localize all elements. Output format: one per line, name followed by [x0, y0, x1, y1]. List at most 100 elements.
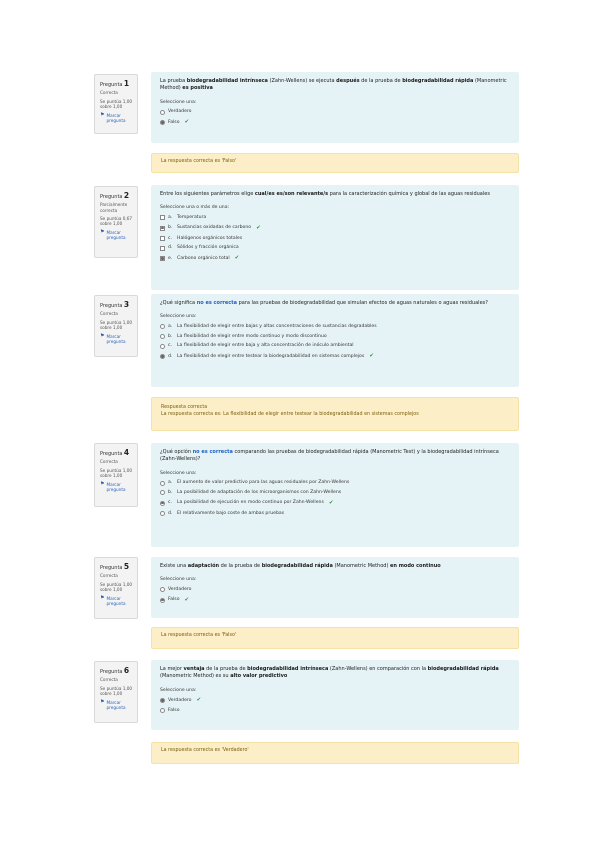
radio-button[interactable] [160, 500, 165, 506]
answer-option[interactable]: c. Halógenos orgánicos totales [160, 236, 511, 242]
flag-question-link[interactable]: ⚑ Marcar pregunta [100, 480, 133, 493]
checkbox[interactable] [160, 215, 165, 221]
question-label: Pregunta [100, 303, 123, 309]
radio-button[interactable] [160, 109, 165, 115]
question-state: Correcta [100, 677, 118, 683]
question-label: Pregunta [100, 565, 123, 571]
flag-icon: ⚑ [100, 228, 105, 235]
radio-button[interactable] [160, 119, 165, 125]
radio-button[interactable] [160, 480, 165, 486]
option-label: Carbono orgánico total [177, 255, 230, 261]
radio-button[interactable] [160, 324, 165, 330]
checkbox[interactable] [160, 256, 165, 261]
flag-question-link[interactable]: ⚑ Marcar pregunta [100, 228, 133, 241]
question-text-part: cual/es es/son relevante/s [254, 191, 329, 197]
answer-options: a. Temperatura b. Sustancias oxidadas de ca… [160, 215, 511, 262]
flag-question-link[interactable]: ⚑ Marcar pregunta [100, 594, 133, 607]
option-label: Falso [168, 597, 180, 603]
answer-option[interactable]: a. Temperatura [160, 215, 511, 221]
answer-option[interactable]: Falso ✔ [160, 119, 511, 126]
option-letter: e. [168, 255, 173, 261]
answer-option[interactable]: d. El relativamente bajo coste de ambas p… [160, 511, 511, 517]
answer-option[interactable]: d. La flexibilidad de elegir entre testea… [160, 353, 511, 360]
flag-question-link[interactable]: ⚑ Marcar pregunta [100, 699, 133, 711]
question-label: Pregunta [100, 669, 123, 675]
radio-button[interactable] [160, 490, 165, 496]
answer-prompt: Seleccione una o más de una: [160, 205, 230, 211]
answer-option[interactable]: Verdadero [160, 587, 511, 593]
answer-prompt: Seleccione una: [160, 687, 197, 693]
radio-button[interactable] [160, 698, 165, 704]
question-text-part: Entre los siguientes parámetros elige [160, 191, 255, 197]
question-info: Pregunta 5 Correcta Se puntúa 1,00 sobre… [94, 557, 138, 619]
question-label: Pregunta [100, 194, 123, 200]
answer-option[interactable]: a. La flexibilidad de elegir entre bajas … [160, 324, 511, 330]
feedback-box: La respuesta correcta es 'Falso' [151, 153, 519, 173]
answer-option[interactable]: a. El aumento de valor predictivo para la… [160, 480, 511, 486]
checkbox[interactable] [160, 225, 165, 231]
question-text: Entre los siguientes parámetros elige cu… [160, 191, 511, 198]
answer-option[interactable]: d. Sólidos y fracción orgánica [160, 245, 511, 251]
question-text: ¿Qué opción no es correcta comparando la… [160, 449, 511, 464]
flag-label: Marcar pregunta [106, 481, 126, 492]
answer-option[interactable]: e. Carbono orgánico total ✔ [160, 255, 511, 262]
checkbox[interactable] [160, 235, 165, 241]
question-grade: Se puntúa 1,00 sobre 1,00 [100, 319, 133, 331]
question-grade: Se puntúa 1,00 sobre 1,00 [100, 467, 133, 479]
radio-button[interactable] [160, 510, 165, 516]
question-info: Pregunta 1 Correcta Se puntúa 1,00 sobre… [94, 74, 138, 134]
answer-option[interactable]: c. La flexibilidad de elegir entre baja y… [160, 343, 511, 349]
question-text-part: biodegradabilidad intrínseca [247, 666, 329, 672]
radio-button[interactable] [160, 343, 165, 349]
answer-prompt: Seleccione una: [160, 99, 197, 105]
question-text-part: después [336, 78, 360, 84]
flag-question-link[interactable]: ⚑ Marcar pregunta [100, 112, 133, 124]
option-label: Verdadero [168, 697, 192, 703]
check-icon: ✔ [369, 353, 374, 360]
answer-option[interactable]: Falso ✔ [160, 597, 511, 604]
option-label: La posibilidad de ejecución en modo cont… [177, 500, 324, 506]
question-text-part: (Zahn-Wellens) se ejecuta [267, 78, 337, 84]
check-icon: ✔ [196, 697, 202, 704]
question-number: 2 [123, 191, 130, 200]
question-info: Pregunta 2 Parcialmente correcta Se punt… [94, 186, 138, 258]
option-letter: d. [168, 353, 173, 359]
option-label: Halógenos orgánicos totales [177, 235, 243, 241]
answer-option[interactable]: b. Sustancias oxidadas de carbono ✔ [160, 225, 511, 232]
answer-option[interactable]: Verdadero [160, 109, 511, 115]
option-letter: c. [168, 343, 172, 349]
question-text: La prueba biodegradabilidad intrínseca (… [160, 78, 511, 93]
option-letter: a. [168, 214, 173, 220]
answer-option[interactable]: c. La posibilidad de ejecución en modo co… [160, 500, 511, 507]
question-text-part: alto valor predictivo [230, 673, 288, 680]
question-state: Correcta [100, 311, 118, 317]
answer-option[interactable]: Verdadero ✔ [160, 697, 511, 704]
question-label: Pregunta [100, 82, 123, 88]
question-box: Existe una adaptación de la prueba de bi… [151, 557, 519, 618]
option-label: La flexibilidad de elegir entre modo con… [177, 333, 327, 339]
flag-question-link[interactable]: ⚑ Marcar pregunta [100, 333, 133, 345]
answer-option[interactable]: Falso [160, 708, 511, 714]
radio-button[interactable] [160, 354, 165, 360]
option-label: Temperatura [177, 214, 207, 220]
checkbox[interactable] [160, 245, 165, 251]
radio-button[interactable] [160, 334, 165, 340]
question-text-part: Existe una [160, 563, 188, 569]
radio-button[interactable] [160, 708, 165, 714]
feedback-box: La respuesta correcta es 'Verdadero' [151, 742, 519, 764]
radio-button[interactable] [160, 587, 165, 593]
option-label: Sustancias oxidadas de carbono [177, 225, 252, 231]
answer-prompt: Seleccione una: [160, 577, 197, 583]
question-text-part: ¿Qué significa [160, 300, 197, 306]
radio-button[interactable] [160, 597, 165, 603]
question-state: Parcialmente correcta [100, 202, 128, 213]
question-text-part: biodegradabilidad rápida [427, 666, 499, 672]
flag-icon: ⚑ [100, 480, 105, 487]
answer-option[interactable]: b. La posibilidad de adaptación de los mi… [160, 490, 511, 496]
option-label: La flexibilidad de elegir entre testear … [177, 353, 365, 359]
answer-option[interactable]: b. La flexibilidad de elegir entre modo c… [160, 334, 511, 340]
option-label: Verdadero [168, 109, 192, 115]
flag-icon: ⚑ [100, 594, 105, 601]
option-letter: c. [168, 500, 172, 506]
question-grade: Se puntúa 0,67 sobre 1,00 [100, 215, 133, 227]
